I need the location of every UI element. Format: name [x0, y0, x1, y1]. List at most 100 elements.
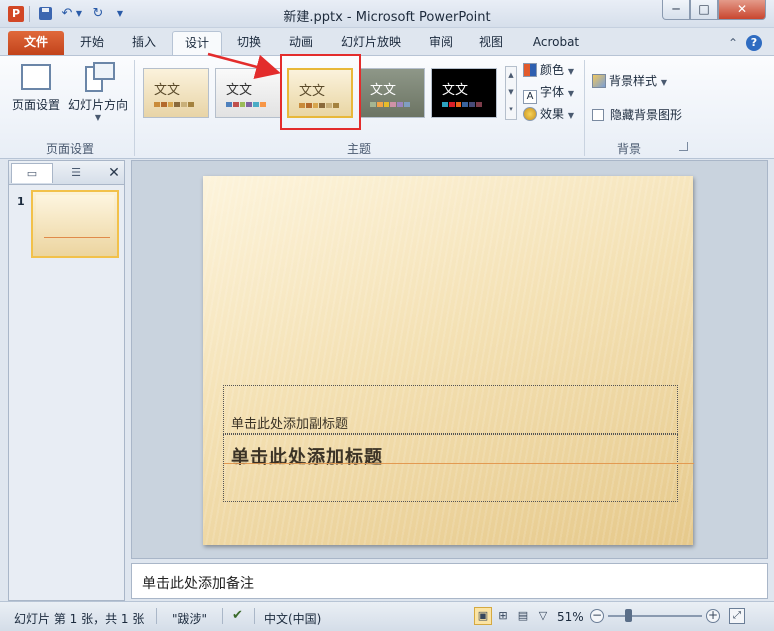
theme-fonts-button[interactable]: A 字体 ▼ [523, 82, 574, 104]
chevron-down-icon: ▼ [567, 67, 574, 76]
background-styles-icon [592, 74, 606, 88]
slide-thumbnail-image [36, 195, 114, 253]
theme-gallery-scroll[interactable]: ▲ ▼ ▾ [505, 66, 517, 120]
close-button[interactable]: ✕ [718, 0, 766, 20]
tab-animations[interactable]: 动画 [278, 31, 324, 55]
tab-file[interactable]: 文件 [8, 31, 64, 55]
slide-canvas[interactable]: 单击此处添加副标题 单击此处添加标题 单击此处添加标题 [203, 176, 694, 545]
outline-tab[interactable]: ☰ [55, 163, 97, 183]
page-setup-button[interactable]: 页面设置 [8, 60, 64, 138]
chevron-down-icon: ▼ [567, 111, 574, 120]
theme-sample-text: 文文 [154, 83, 181, 98]
minimize-button[interactable]: ─ [662, 0, 690, 20]
theme-color-strip [370, 102, 410, 107]
checkbox-icon [592, 109, 604, 121]
page-setup-label: 页面设置 [11, 98, 60, 112]
tab-acrobat[interactable]: Acrobat [524, 31, 588, 55]
themes-group-label: 主题 [346, 142, 371, 156]
normal-view-button[interactable]: ▣ [474, 607, 492, 625]
hide-background-label: 隐藏背景图形 [610, 108, 683, 122]
tab-review[interactable]: 审阅 [418, 31, 464, 55]
status-bar: 幻灯片 第 1 张，共 1 张 "跋涉" ✔ 中文(中国) ▣ ⊞ ▤ ▽ 51… [0, 601, 774, 631]
annotation-highlight-box [280, 54, 361, 130]
slide-sorter-view-button[interactable]: ⊞ [494, 607, 512, 625]
reading-view-button[interactable]: ▤ [514, 607, 532, 625]
ribbon-tabs: 文件 开始 插入 设计 切换 动画 幻灯片放映 审阅 视图 Acrobat ⌃ … [0, 28, 774, 55]
ribbon: 页面设置 幻灯片方向 ▼ 页面设置 文文 文文 文文 文文 文文 ▲ ▼ ▾ 颜色 … [0, 55, 774, 159]
spellcheck-icon[interactable]: ✔ [232, 608, 248, 624]
subtitle-placeholder-text: 单击此处添加副标题 [231, 417, 349, 432]
fit-to-window-button[interactable]: ⤢ [729, 608, 745, 624]
theme-color-strip [226, 102, 266, 107]
theme-fonts-label: 字体 [540, 85, 565, 99]
title-reflection: 单击此处添加标题 [231, 454, 383, 466]
background-group-label: 背景 [616, 142, 641, 156]
slide-orientation-label: 幻灯片方向 [67, 98, 128, 112]
orientation-icon [85, 62, 115, 92]
page-setup-icon [21, 64, 51, 90]
status-divider [156, 608, 157, 624]
title-bar: P ↶ ▼ ↻ ▼ 新建.pptx - Microsoft PowerPoint… [0, 0, 774, 28]
slides-pane: ▭ ☰ ✕ 1 [8, 160, 125, 601]
tab-slideshow[interactable]: 幻灯片放映 [332, 31, 410, 55]
theme-thumbnail-2[interactable]: 文文 [215, 68, 281, 118]
chevron-down-icon: ▼ [660, 78, 667, 87]
page-setup-group-label: 页面设置 [45, 142, 94, 156]
slideshow-view-button[interactable]: ▽ [534, 607, 552, 625]
theme-thumbnail-5[interactable]: 文文 [431, 68, 497, 118]
minimize-ribbon-icon[interactable]: ⌃ [725, 35, 741, 51]
group-divider [134, 60, 135, 156]
theme-thumbnail-1[interactable]: 文文 [143, 68, 209, 118]
background-styles-button[interactable]: 背景样式 ▼ [592, 72, 667, 89]
tab-view[interactable]: 视图 [468, 31, 514, 55]
notes-placeholder: 单击此处添加备注 [142, 576, 254, 592]
tab-home[interactable]: 开始 [68, 31, 116, 55]
theme-name-status[interactable]: "跋涉" [172, 610, 207, 627]
slide-orientation-button[interactable]: 幻灯片方向 ▼ [66, 60, 130, 138]
zoom-level[interactable]: 51% [557, 610, 584, 624]
hide-background-graphics-checkbox[interactable]: 隐藏背景图形 [592, 106, 682, 123]
background-styles-label: 背景样式 [609, 74, 658, 88]
title-placeholder[interactable]: 单击此处添加标题 单击此处添加标题 [223, 434, 694, 502]
theme-colors-button[interactable]: 颜色 ▼ [523, 60, 574, 80]
theme-sample-text: 文文 [370, 83, 397, 98]
language-status[interactable]: 中文(中国) [264, 610, 321, 627]
slide-count-status: 幻灯片 第 1 张，共 1 张 [14, 612, 145, 626]
slides-tab[interactable]: ▭ [11, 163, 53, 183]
zoom-slider-track[interactable] [608, 615, 702, 617]
status-divider [254, 608, 255, 624]
slide-number: 1 [17, 195, 25, 208]
slide-thumbnail-1[interactable] [31, 190, 119, 258]
theme-color-strip [154, 102, 194, 107]
theme-thumbnail-4[interactable]: 文文 [359, 68, 425, 118]
theme-sample-text: 文文 [226, 83, 253, 98]
zoom-slider-thumb[interactable] [625, 609, 632, 622]
zoom-in-button[interactable]: + [706, 609, 720, 623]
tab-design[interactable]: 设计 [172, 31, 222, 55]
slide-editing-area: 单击此处添加副标题 单击此处添加标题 单击此处添加标题 [131, 160, 768, 559]
thumbnail-title-rule [44, 237, 110, 238]
theme-sample-text: 文文 [442, 83, 469, 98]
help-icon[interactable]: ? [746, 35, 762, 51]
group-divider [584, 60, 585, 156]
chevron-down-icon: ▼ [94, 113, 102, 122]
notes-pane[interactable]: 单击此处添加备注 [131, 563, 768, 599]
theme-effects-button[interactable]: 效果 ▼ [523, 104, 574, 124]
maximize-button[interactable]: □ [690, 0, 718, 20]
status-divider [222, 608, 223, 624]
window-title: 新建.pptx - Microsoft PowerPoint [283, 10, 491, 25]
slides-pane-tabs: ▭ ☰ ✕ [9, 161, 124, 185]
tab-insert[interactable]: 插入 [120, 31, 168, 55]
dialog-launcher-icon[interactable] [679, 142, 688, 151]
theme-effects-label: 效果 [540, 107, 565, 121]
color-palette-icon [523, 63, 537, 77]
theme-color-strip [442, 102, 482, 107]
subtitle-placeholder[interactable]: 单击此处添加副标题 [223, 385, 678, 434]
font-icon: A [523, 90, 537, 104]
zoom-out-button[interactable]: − [590, 609, 604, 623]
tab-transitions[interactable]: 切换 [226, 31, 272, 55]
effects-icon [523, 107, 537, 121]
theme-colors-label: 颜色 [540, 63, 565, 77]
chevron-down-icon: ▼ [567, 89, 574, 98]
close-pane-icon[interactable]: ✕ [105, 163, 123, 183]
